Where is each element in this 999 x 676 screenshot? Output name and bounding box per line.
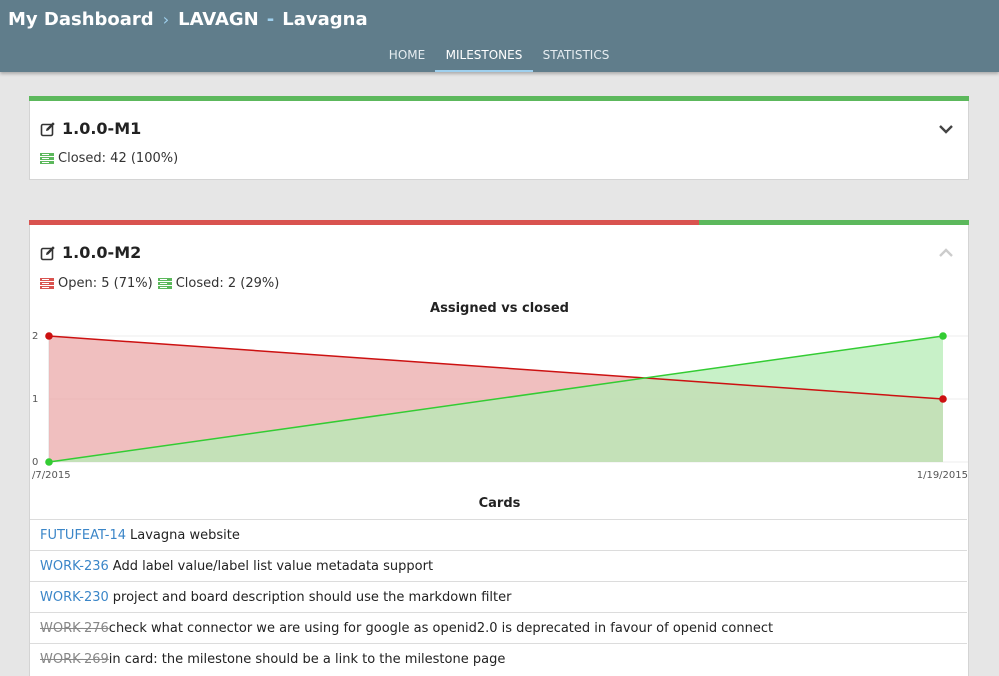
- y-tick-label: 2: [32, 331, 38, 342]
- milestone-title-text: 1.0.0-M2: [62, 243, 142, 262]
- closed-count: Closed: 2 (29%): [175, 276, 280, 291]
- y-tick-label: 0: [32, 457, 38, 468]
- open-count-group: Open: 5 (71%): [40, 276, 153, 291]
- chevron-right-icon: ›: [162, 9, 170, 29]
- milestone-counts: Closed: 42 (100%): [40, 151, 178, 166]
- card-row[interactable]: WORK-236 Add label value/label list value…: [30, 550, 967, 581]
- cards-heading: Cards: [478, 496, 521, 511]
- card-row[interactable]: FUTUFEAT-14 Lavagna website: [30, 519, 967, 550]
- breadcrumb-project-code[interactable]: LAVAGN: [178, 9, 259, 30]
- card-id-link[interactable]: WORK-236: [40, 559, 109, 574]
- breadcrumb-dash: -: [266, 8, 275, 30]
- tab-statistics[interactable]: STATISTICS: [538, 40, 614, 72]
- milestone-panel-m2: 1.0.0-M2 Open: 5 (71%) Closed: 2 (29%) A…: [29, 220, 969, 676]
- progress-open-segment: [29, 220, 700, 225]
- edit-icon: [40, 121, 55, 136]
- card-id-link[interactable]: FUTUFEAT-14: [40, 528, 126, 543]
- breadcrumb-dashboard-link[interactable]: My Dashboard: [8, 9, 154, 30]
- card-name[interactable]: Add label value/label list value metadat…: [113, 559, 433, 574]
- progress-closed-segment: [699, 220, 969, 225]
- chevron-down-icon[interactable]: [938, 123, 954, 135]
- y-tick-label: 1: [32, 394, 38, 405]
- card-id-link[interactable]: WORK-276: [40, 621, 109, 636]
- milestone-progress-bar: [29, 96, 969, 101]
- card-name[interactable]: Lavagna website: [130, 528, 240, 543]
- assigned-vs-closed-chart: 0 1 2/7/2015 1/19/2015: [32, 331, 968, 481]
- x-tick-label: /7/2015: [32, 470, 71, 481]
- milestone-panel-m1: 1.0.0-M1 Closed: 42 (100%): [29, 96, 969, 180]
- breadcrumb: My Dashboard › LAVAGN - Lavagna: [8, 8, 368, 30]
- milestone-progress-bar: [29, 220, 969, 225]
- data-point: [45, 332, 53, 340]
- chart-title: Assigned vs closed: [430, 301, 569, 316]
- edit-icon: [40, 245, 55, 260]
- tab-home[interactable]: HOME: [384, 40, 430, 72]
- chevron-up-icon[interactable]: [938, 247, 954, 259]
- closed-list-icon: [40, 153, 54, 164]
- milestone-title-text: 1.0.0-M1: [62, 119, 142, 138]
- tab-milestones[interactable]: MILESTONES: [435, 40, 533, 72]
- card-row[interactable]: WORK-269 in card: the milestone should b…: [30, 643, 967, 674]
- card-name[interactable]: in card: the milestone should be a link …: [109, 652, 506, 667]
- data-point: [45, 458, 53, 466]
- card-row[interactable]: WORK-276 check what connector we are usi…: [30, 612, 967, 643]
- data-point: [939, 332, 947, 340]
- card-row[interactable]: WORK-230 project and board description sh…: [30, 581, 967, 612]
- progress-closed-segment: [29, 96, 969, 101]
- card-name[interactable]: check what connector we are using for go…: [109, 621, 773, 636]
- tab-bar: HOME MILESTONES STATISTICS: [0, 40, 999, 72]
- closed-count-group: Closed: 2 (29%): [157, 276, 280, 291]
- milestone-title[interactable]: 1.0.0-M1: [40, 119, 141, 138]
- data-point: [939, 395, 947, 403]
- closed-count: Closed: 42 (100%): [58, 151, 179, 166]
- open-count: Open: 5 (71%): [58, 276, 153, 291]
- card-id-link[interactable]: WORK-230: [40, 590, 109, 605]
- top-bar: My Dashboard › LAVAGN - Lavagna HOME MIL…: [0, 0, 999, 72]
- card-name[interactable]: project and board description should use…: [113, 590, 512, 605]
- breadcrumb-project-name: Lavagna: [282, 8, 368, 30]
- closed-list-icon: [157, 278, 172, 289]
- open-list-icon: [40, 278, 54, 289]
- card-id-link[interactable]: WORK-269: [40, 652, 109, 667]
- x-tick-label: 1/19/2015: [917, 470, 968, 481]
- milestone-counts: Open: 5 (71%) Closed: 2 (29%): [40, 276, 284, 291]
- milestone-title[interactable]: 1.0.0-M2: [40, 243, 141, 262]
